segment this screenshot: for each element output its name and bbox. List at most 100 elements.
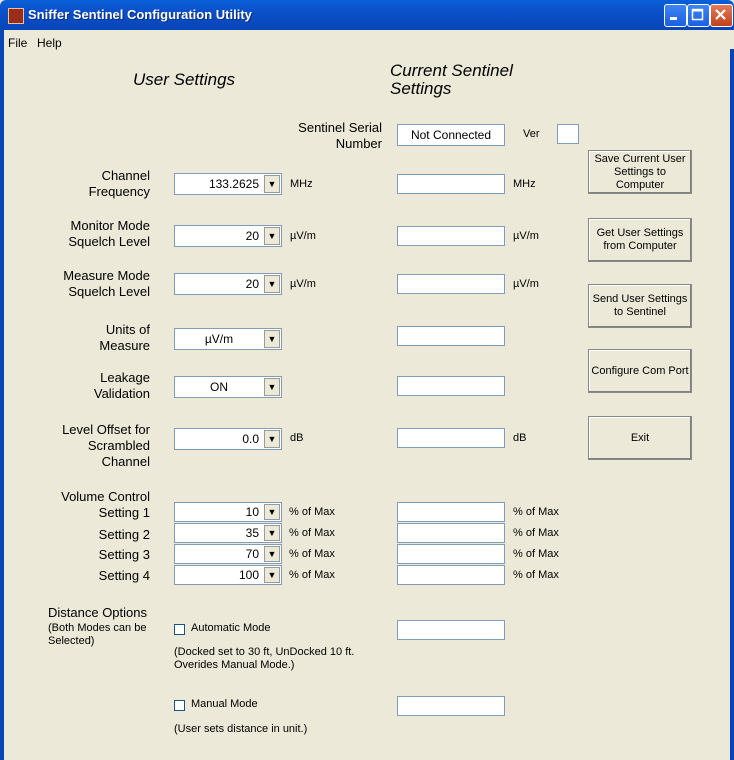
distance-options-subtitle-line1: (Both Modes can be [48, 622, 147, 634]
volume-setting-4-value: 100 [238, 568, 259, 582]
configure-com-port-button[interactable]: Configure Com Port [588, 349, 692, 393]
chevron-down-icon[interactable]: ▼ [264, 525, 280, 541]
volume-setting-3-select[interactable]: 70 ▼ [174, 544, 282, 564]
level-offset-label-line1: Level Offset for [62, 422, 150, 437]
close-icon [715, 9, 726, 20]
chevron-down-icon[interactable]: ▼ [264, 546, 280, 562]
volume-setting-2-unit: % of Max [289, 527, 335, 539]
level-offset-unit: dB [290, 432, 304, 444]
distance-options-subtitle: (Both Modes can be Selected) [48, 622, 146, 648]
current-channel-frequency-unit: MHz [513, 178, 536, 190]
window-frame-right [730, 30, 734, 760]
current-settings-heading-line2: Settings [390, 79, 452, 98]
ver-label: Ver [523, 128, 540, 140]
current-units-of-measure-field [397, 326, 505, 346]
automatic-mode-label[interactable]: Automatic Mode [191, 622, 270, 634]
manual-mode-checkbox[interactable] [174, 700, 185, 711]
exit-button[interactable]: Exit [588, 416, 692, 460]
units-of-measure-select[interactable]: µV/m ▼ [174, 328, 282, 350]
current-level-offset-unit: dB [513, 432, 527, 444]
serial-number-field: Not Connected [397, 124, 505, 146]
chevron-down-icon[interactable]: ▼ [264, 275, 280, 293]
channel-frequency-unit: MHz [290, 178, 313, 190]
leakage-validation-label: Leakage Validation [30, 370, 150, 402]
current-automatic-mode-field [397, 620, 505, 640]
level-offset-label-line3: Channel [101, 454, 150, 469]
serial-label-line1: Sentinel Serial [298, 120, 382, 135]
measure-squelch-label-line2: Squelch Level [68, 284, 150, 299]
volume-setting-1-unit: % of Max [289, 506, 335, 518]
current-leakage-validation-field [397, 376, 505, 396]
current-volume-setting-4-unit: % of Max [513, 569, 559, 581]
chevron-down-icon[interactable]: ▼ [264, 567, 280, 583]
current-channel-frequency-field [397, 174, 505, 194]
volume-setting-2-select[interactable]: 35 ▼ [174, 523, 282, 543]
leakage-validation-label-line2: Validation [93, 386, 150, 401]
window-title: Sniffer Sentinel Configuration Utility [28, 7, 252, 22]
current-volume-setting-2-field [397, 523, 505, 543]
send-settings-button[interactable]: Send User Settings to Sentinel [588, 284, 692, 328]
user-settings-heading: User Settings [133, 70, 236, 89]
window-frame-left [0, 30, 4, 760]
current-measure-squelch-unit: µV/m [513, 278, 539, 290]
current-volume-setting-1-field [397, 502, 505, 522]
manual-mode-label[interactable]: Manual Mode [191, 698, 258, 710]
leakage-validation-select[interactable]: ON ▼ [174, 376, 282, 398]
volume-setting-1-value: 10 [245, 505, 259, 519]
monitor-squelch-select[interactable]: 20 ▼ [174, 225, 282, 247]
volume-setting-1-select[interactable]: 10 ▼ [174, 502, 282, 522]
current-settings-heading: Current Sentinel Settings [390, 62, 513, 98]
minimize-icon [670, 17, 677, 20]
leakage-validation-label-line1: Leakage [100, 370, 150, 385]
measure-squelch-label-line1: Measure Mode [63, 268, 150, 283]
volume-setting-2-label: Setting 2 [98, 527, 150, 542]
chevron-down-icon[interactable]: ▼ [264, 504, 280, 520]
volume-setting-4-select[interactable]: 100 ▼ [174, 565, 282, 585]
chevron-down-icon[interactable]: ▼ [264, 227, 280, 245]
volume-setting-1-label: Setting 1 [98, 505, 150, 520]
automatic-mode-checkbox[interactable] [174, 624, 185, 635]
units-of-measure-label-line1: Units of [105, 322, 150, 337]
current-measure-squelch-field [397, 274, 505, 294]
level-offset-label-line2: Scrambled [87, 438, 150, 453]
close-button[interactable] [710, 4, 733, 27]
current-volume-setting-4-field [397, 565, 505, 585]
measure-squelch-select[interactable]: 20 ▼ [174, 273, 282, 295]
level-offset-select[interactable]: 0.0 ▼ [174, 428, 282, 450]
monitor-squelch-label-line2: Squelch Level [68, 234, 150, 249]
automatic-mode-note-line2: Overides Manual Mode.) [174, 659, 295, 671]
serial-label-line2: Number [335, 136, 382, 151]
channel-frequency-select[interactable]: 133.2625 ▼ [174, 173, 282, 195]
manual-mode-note: (User sets distance in unit.) [174, 723, 308, 735]
volume-control-label: Volume Control [61, 489, 150, 504]
current-volume-setting-2-unit: % of Max [513, 527, 559, 539]
minimize-button[interactable] [664, 4, 687, 27]
chevron-down-icon[interactable]: ▼ [264, 430, 280, 448]
menu-file[interactable]: File [8, 36, 27, 50]
maximize-button[interactable] [687, 4, 710, 27]
current-manual-mode-field [397, 696, 505, 716]
save-settings-button[interactable]: Save Current User Settings to Computer [588, 150, 692, 194]
maximize-icon [691, 8, 704, 21]
automatic-mode-note-line1: (Docked set to 30 ft, UnDocked 10 ft. [174, 646, 355, 658]
current-settings-heading-line1: Current Sentinel [390, 61, 513, 80]
current-volume-setting-3-unit: % of Max [513, 548, 559, 560]
level-offset-label: Level Offset for Scrambled Channel [30, 422, 150, 470]
leakage-validation-value: ON [210, 380, 228, 394]
measure-squelch-label: Measure Mode Squelch Level [30, 268, 150, 300]
current-volume-setting-3-field [397, 544, 505, 564]
monitor-squelch-label: Monitor Mode Squelch Level [30, 218, 150, 250]
get-settings-button[interactable]: Get User Settings from Computer [588, 218, 692, 262]
chevron-down-icon[interactable]: ▼ [264, 175, 280, 193]
channel-frequency-label-line1: Channel [101, 168, 150, 183]
monitor-squelch-unit: µV/m [290, 230, 316, 242]
chevron-down-icon[interactable]: ▼ [264, 378, 280, 396]
volume-setting-4-unit: % of Max [289, 569, 335, 581]
units-of-measure-value: µV/m [204, 332, 234, 346]
volume-setting-3-value: 70 [245, 547, 259, 561]
distance-options-label: Distance Options [48, 605, 147, 620]
menu-help[interactable]: Help [37, 36, 62, 50]
serial-label: Sentinel Serial Number [260, 120, 382, 152]
chevron-down-icon[interactable]: ▼ [264, 330, 280, 348]
measure-squelch-unit: µV/m [290, 278, 316, 290]
